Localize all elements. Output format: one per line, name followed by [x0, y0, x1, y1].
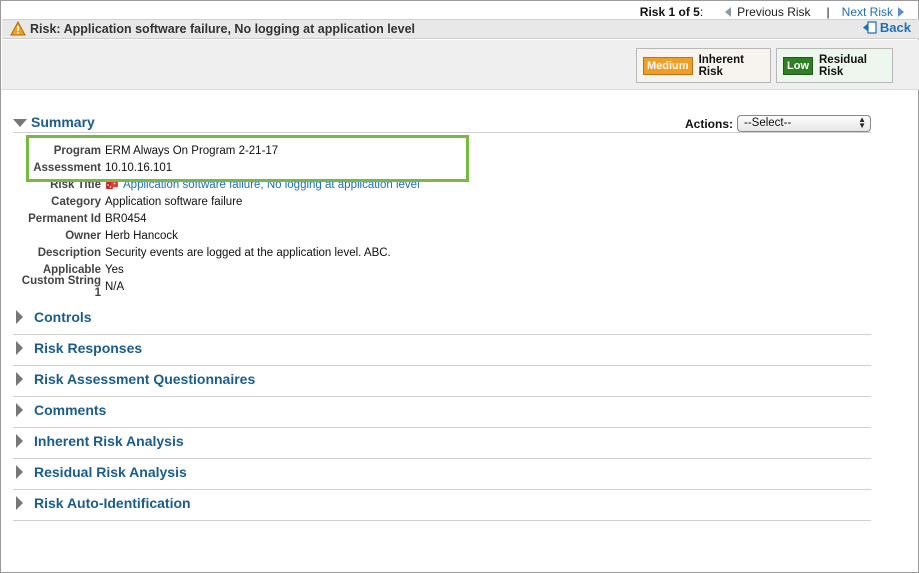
residual-risk-level-badge: Low	[783, 56, 813, 75]
field-label: Custom String 1	[21, 274, 101, 299]
section-header[interactable]: Inherent Risk Analysis	[13, 432, 871, 450]
section-title: Comments	[34, 402, 107, 418]
summary-section: Summary Actions: --Select-- ▲ ▼	[13, 114, 871, 133]
pager-separator: |	[826, 5, 830, 19]
back-button[interactable]: Back	[862, 20, 911, 35]
section-title: Controls	[34, 309, 92, 325]
field-value: N/A	[105, 280, 125, 293]
risk-pager: Risk 1 of 5: Previous Risk | Next Risk	[640, 5, 904, 19]
field-label: Permanent Id	[28, 212, 101, 225]
next-risk-label: Next Risk	[841, 5, 893, 19]
section-risk-auto-identification: Risk Auto-Identification	[13, 494, 871, 521]
section-risk-assessment-questionnaires: Risk Assessment Questionnaires	[13, 370, 871, 397]
section-residual-risk-analysis: Residual Risk Analysis	[13, 463, 871, 490]
field-value: Herb Hancock	[105, 229, 178, 242]
field-label: Owner	[65, 229, 101, 242]
section-title: Risk Auto-Identification	[34, 495, 191, 511]
section-header[interactable]: Risk Assessment Questionnaires	[13, 370, 871, 388]
title-bar: Risk: Application software failure, No l…	[2, 19, 919, 39]
section-divider	[13, 334, 871, 335]
field-value: Yes	[105, 263, 124, 276]
section-divider	[13, 427, 871, 428]
section-header[interactable]: Comments	[13, 401, 871, 419]
previous-risk-label: Previous Risk	[737, 5, 811, 19]
collapsed-triangle-icon	[16, 341, 23, 355]
page-title: Risk: Application software failure, No l…	[30, 22, 416, 36]
risk-rating-bar: Medium Inherent Risk Low Residual Risk	[2, 40, 919, 90]
collapsed-triangle-icon	[16, 434, 23, 448]
field-row-permanent-id: Permanent Id BR0454	[13, 210, 420, 227]
residual-risk-button[interactable]: Low Residual Risk	[776, 48, 893, 83]
collapsed-triangle-icon	[16, 310, 23, 324]
field-value: Security events are logged at the applic…	[105, 246, 391, 259]
inherent-risk-level-badge: Medium	[643, 56, 693, 75]
field-row-category: Category Application software failure	[13, 193, 420, 210]
section-header[interactable]: Controls	[13, 308, 871, 326]
highlight-box	[26, 135, 469, 182]
actions-label: Actions:	[685, 116, 733, 131]
field-row-owner: Owner Herb Hancock	[13, 227, 420, 244]
chevron-right-icon	[898, 7, 904, 17]
collapsed-triangle-icon	[16, 403, 23, 417]
section-divider	[13, 458, 871, 459]
field-value: Application software failure	[105, 195, 243, 208]
field-label: Category	[51, 195, 101, 208]
risk-warning-icon	[10, 21, 26, 36]
section-divider	[13, 520, 871, 521]
section-title: Residual Risk Analysis	[34, 464, 187, 480]
section-divider	[13, 365, 871, 366]
inherent-risk-button[interactable]: Medium Inherent Risk	[636, 48, 771, 83]
collapsed-triangle-icon	[16, 465, 23, 479]
summary-title: Summary	[31, 114, 95, 130]
expand-triangle-icon	[13, 118, 27, 127]
risk-counter: Risk 1 of 5:	[639, 5, 704, 19]
residual-risk-label: Residual Risk	[819, 53, 867, 78]
back-label: Back	[879, 20, 911, 35]
field-value: BR0454	[105, 212, 147, 225]
section-controls: Controls	[13, 308, 871, 335]
section-header[interactable]: Risk Auto-Identification	[13, 494, 871, 512]
field-label: Description	[37, 246, 101, 259]
chevron-left-icon	[725, 7, 732, 17]
section-inherent-risk-analysis: Inherent Risk Analysis	[13, 432, 871, 459]
previous-risk-link[interactable]: Previous Risk	[725, 5, 811, 19]
page-frame: Risk 1 of 5: Previous Risk | Next Risk R…	[0, 0, 919, 573]
field-row-custom-string-1: Custom String 1 N/A	[13, 275, 420, 299]
section-divider	[13, 396, 871, 397]
actions-control: Actions: --Select-- ▲ ▼	[685, 115, 871, 132]
next-risk-link[interactable]: Next Risk	[842, 5, 904, 19]
summary-divider	[13, 132, 871, 133]
select-arrows-icon: ▲ ▼	[858, 115, 866, 130]
field-row-description: Description Security events are logged a…	[13, 244, 420, 261]
section-title: Risk Assessment Questionnaires	[34, 371, 256, 387]
actions-select-value: --Select--	[744, 117, 792, 129]
collapsed-triangle-icon	[16, 372, 23, 386]
section-header[interactable]: Residual Risk Analysis	[13, 463, 871, 481]
back-icon	[862, 21, 877, 34]
section-title: Risk Responses	[34, 340, 143, 356]
section-risk-responses: Risk Responses	[13, 339, 871, 366]
actions-select[interactable]: --Select-- ▲ ▼	[737, 115, 871, 132]
collapsed-triangle-icon	[16, 496, 23, 510]
section-header[interactable]: Risk Responses	[13, 339, 871, 357]
inherent-risk-label: Inherent Risk	[698, 53, 744, 78]
section-comments: Comments	[13, 401, 871, 428]
section-divider	[13, 489, 871, 490]
section-title: Inherent Risk Analysis	[34, 433, 184, 449]
